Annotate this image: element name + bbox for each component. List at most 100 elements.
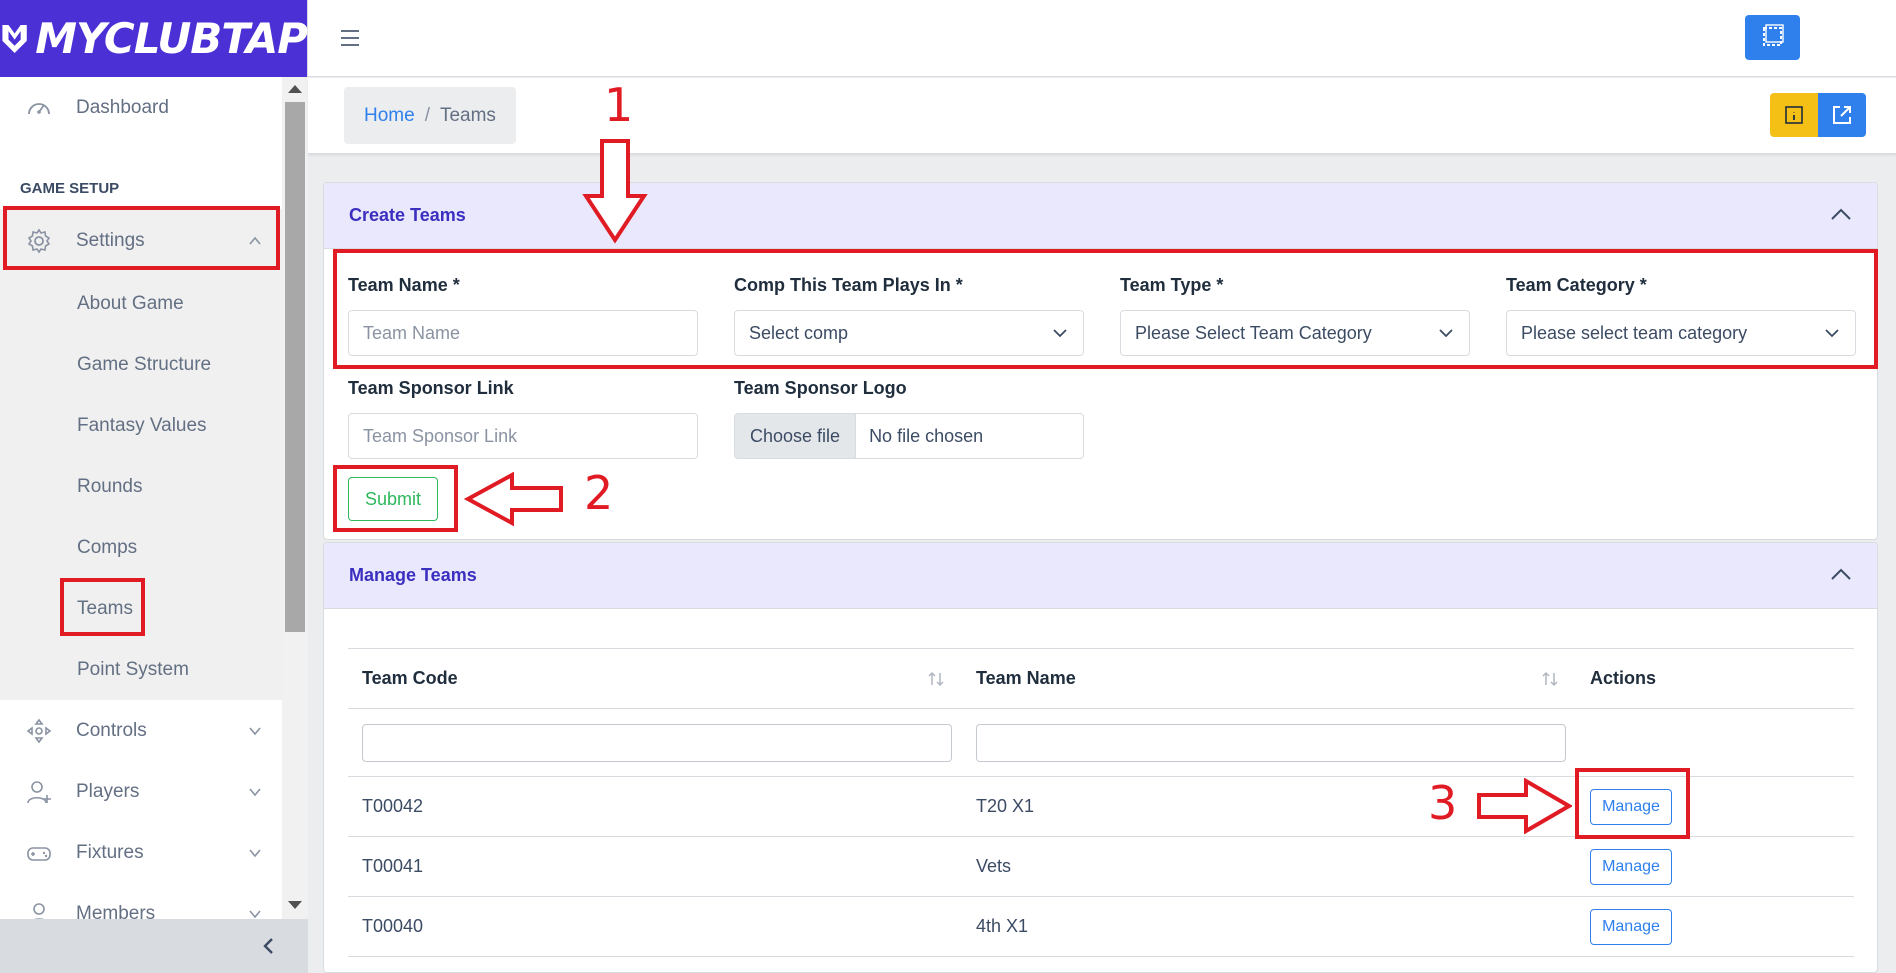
comp-select-value: Select comp [749,322,849,343]
manage-teams-header[interactable]: Manage Teams [324,543,1877,609]
sidebar-minimizer[interactable] [0,919,308,973]
team-name-group: Team Name * [348,275,698,356]
sidebar-item-game-structure[interactable]: Game Structure [0,334,282,395]
sponsor-link-input[interactable] [348,413,698,459]
sponsor-link-label: Team Sponsor Link [348,378,514,398]
sidebar-item-members[interactable]: Members [0,883,282,919]
sort-icon[interactable] [1540,669,1560,689]
column-header-label: Team Code [362,668,458,688]
column-header-label: Team Name [976,668,1076,688]
chevron-down-icon [1439,329,1453,338]
column-header-team-name[interactable]: Team Name [962,648,1576,709]
hamburger-menu-icon[interactable] [340,26,360,50]
team-name-cell: 4th X1 [962,896,1576,957]
brand-shield-icon [2,24,27,53]
sidebar-item-label: Rounds [77,475,143,497]
annotation-arrow-right-icon [1477,778,1572,834]
card-title: Manage Teams [349,565,477,585]
team-type-select[interactable]: Please Select Team Category [1120,310,1470,356]
actions-cell: Manage [1576,836,1854,897]
breadcrumb-current: Teams [439,104,496,126]
external-link-icon [1833,106,1851,124]
sidebar-item-teams[interactable]: Teams [0,578,282,639]
team-code-cell: T00042 [348,776,962,837]
sidebar-item-label: Point System [77,658,189,680]
actions-cell: Manage [1576,896,1854,957]
subheader: Home / Teams [308,78,1896,154]
sidebar-item-label: Controls [76,719,147,741]
table-row: T00042 T20 X1 Manage [348,776,1854,837]
column-header-actions: Actions [1576,648,1854,709]
sidebar-item-label: Fantasy Values [77,414,207,436]
create-teams-header[interactable]: Create Teams [324,183,1877,249]
sponsor-link-group: Team Sponsor Link [348,378,698,459]
breadcrumb-home-link[interactable]: Home [364,105,415,127]
sponsor-logo-file-input[interactable]: Choose file No file chosen [734,413,1084,459]
sidebar-scrollbar-thumb[interactable] [285,102,305,632]
comp-select[interactable]: Select comp [734,310,1084,356]
team-code-filter-input[interactable] [362,723,952,762]
sponsor-logo-label: Team Sponsor Logo [734,378,907,398]
chevron-down-icon [249,909,261,918]
sidebar-item-label: Members [76,902,156,920]
speedometer-icon [28,103,50,115]
chevron-down-icon [249,726,261,735]
team-name-filter-input[interactable] [976,723,1566,762]
window-icon [1763,24,1784,46]
sidebar-item-settings[interactable]: Settings [0,209,282,273]
team-name-input[interactable] [348,310,698,356]
annotation-arrow-down-icon [582,139,648,244]
manage-button[interactable]: Manage [1590,908,1672,945]
chevron-down-icon [1053,329,1067,338]
team-category-select-value: Please select team category [1521,322,1748,343]
chevron-up-icon[interactable] [1830,207,1852,221]
chevron-down-icon [249,848,261,857]
manage-button[interactable]: Manage [1590,788,1672,825]
team-name-label: Team Name * [348,275,460,295]
sidebar-item-point-system[interactable]: Point System [0,639,282,700]
chevron-down-icon [1825,329,1839,338]
info-button[interactable] [1770,93,1818,137]
sidebar-item-fixtures[interactable]: Fixtures [0,822,282,883]
sidebar-item-about-game[interactable]: About Game [0,273,282,334]
sidebar-item-comps[interactable]: Comps [0,517,282,578]
team-type-select-value: Please Select Team Category [1135,322,1372,343]
sidebar-item-players[interactable]: Players [0,761,282,822]
brand-logo[interactable]: MYCLUBTAP [0,0,308,77]
chevron-left-icon [263,938,273,954]
user-plus-icon [27,780,51,803]
column-header-team-code[interactable]: Team Code [348,648,962,709]
submit-button[interactable]: Submit [348,477,438,521]
header-action-button[interactable] [1745,15,1800,60]
team-category-group: Team Category * Please select team categ… [1506,275,1856,356]
annotation-number-2: 2 [584,466,614,520]
team-category-label: Team Category * [1506,275,1647,295]
table-row: T00041 Vets Manage [348,836,1854,897]
card-title: Create Teams [349,205,466,225]
scroll-down-arrow-icon[interactable] [288,901,302,909]
sidebar-item-dashboard[interactable]: Dashboard [0,77,282,139]
section-title-label: GAME SETUP [20,180,120,197]
sidebar-item-label: Dashboard [76,97,169,118]
chevron-up-icon[interactable] [1830,567,1852,581]
sidebar-item-label: About Game [77,292,184,314]
choose-file-button[interactable]: Choose file [735,414,857,458]
sidebar-item-fantasy-values[interactable]: Fantasy Values [0,395,282,456]
file-status: No file chosen [869,425,984,446]
table-row: T00040 4th X1 Manage [348,896,1854,957]
sidebar-item-rounds[interactable]: Rounds [0,456,282,517]
annotation-arrow-left-icon [464,472,563,526]
team-category-select[interactable]: Please select team category [1506,310,1856,356]
sidebar-nav: Dashboard GAME SETUP Settings About Game… [0,77,282,919]
sidebar-item-label: Teams [77,597,133,619]
sidebar-item-controls[interactable]: Controls [0,700,282,761]
manage-button[interactable]: Manage [1590,848,1672,885]
comp-group: Comp This Team Plays In * Select comp [734,275,1084,356]
game-controller-icon [27,846,51,861]
top-header [308,0,1896,77]
scroll-up-arrow-icon[interactable] [288,85,302,93]
external-link-button[interactable] [1818,93,1866,137]
sort-icon[interactable] [926,669,946,689]
team-type-label: Team Type * [1120,275,1224,295]
column-header-label: Actions [1590,668,1657,688]
